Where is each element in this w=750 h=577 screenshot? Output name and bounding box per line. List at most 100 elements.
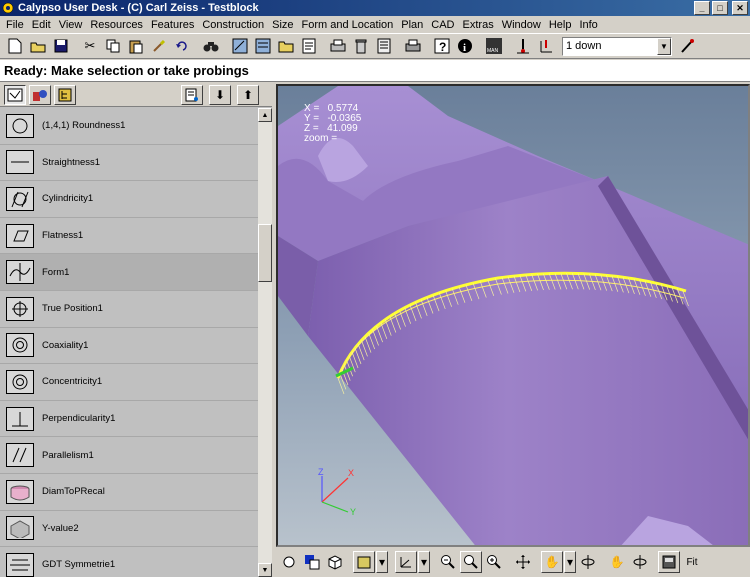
color-icon[interactable] (301, 551, 323, 573)
feature-row[interactable]: Cylindricity1 (0, 181, 258, 218)
menu-plan[interactable]: Plan (401, 19, 423, 31)
roundness-icon (6, 113, 34, 138)
menu-extras[interactable]: Extras (463, 19, 494, 31)
feature-row[interactable]: Form1 (0, 254, 258, 291)
svg-text:MAN: MAN (487, 48, 499, 54)
probe-icon[interactable] (512, 35, 534, 57)
perpendicularity-icon (6, 406, 34, 431)
paste-icon[interactable] (125, 35, 147, 57)
rotate2-icon[interactable] (629, 551, 651, 573)
scroll-thumb[interactable] (258, 224, 272, 282)
triad-y-label: Y (350, 507, 356, 516)
feature-row[interactable]: Parallelism1 (0, 437, 258, 474)
feature-row[interactable]: Concentricity1 (0, 364, 258, 401)
menu-form-and-location[interactable]: Form and Location (302, 19, 394, 31)
wizard2-icon[interactable] (252, 35, 274, 57)
axis-view-icon[interactable] (395, 551, 417, 573)
feature-row[interactable]: Coaxiality1 (0, 328, 258, 365)
info-icon[interactable]: i (454, 35, 476, 57)
tree-view-icon[interactable] (54, 84, 76, 105)
delete-icon[interactable] (350, 35, 372, 57)
zoom-out-icon[interactable] (437, 551, 459, 573)
probe-point (337, 377, 345, 395)
feature-label: True Position1 (42, 303, 103, 315)
menu-file[interactable]: File (6, 19, 24, 31)
list-export-icon[interactable] (181, 85, 203, 105)
wizard-icon[interactable] (229, 35, 251, 57)
hand-dropdown-icon[interactable]: ▾ (564, 551, 576, 573)
shaded-view-icon[interactable] (658, 551, 680, 573)
axis-view-dropdown-icon[interactable]: ▾ (418, 551, 430, 573)
true-position-icon (6, 296, 34, 321)
save-icon[interactable] (50, 35, 72, 57)
y-value-icon (6, 516, 34, 541)
menu-resources[interactable]: Resources (90, 19, 143, 31)
coaxiality-icon (6, 333, 34, 358)
feature-label: GDT Symmetrie1 (42, 559, 116, 571)
manual-icon[interactable]: MAN (483, 35, 505, 57)
feature-row[interactable]: True Position1 (0, 291, 258, 328)
cube-icon[interactable] (324, 551, 346, 573)
feature-row[interactable]: Perpendicularity1 (0, 401, 258, 438)
move-up-icon[interactable]: ⬆ (237, 85, 259, 105)
feature-label: Y-value2 (42, 522, 79, 534)
help-icon[interactable]: ? (431, 35, 453, 57)
undo-icon[interactable] (171, 35, 193, 57)
print-icon[interactable] (327, 35, 349, 57)
circle-select-icon[interactable] (278, 551, 300, 573)
cut-icon[interactable]: ✂ (79, 35, 101, 57)
binoculars-icon[interactable] (200, 35, 222, 57)
report-icon[interactable] (298, 35, 320, 57)
close-button[interactable]: ✕ (732, 1, 748, 15)
hand-icon[interactable]: ✋ (541, 551, 563, 573)
menu-size[interactable]: Size (272, 19, 293, 31)
zoom-in-icon[interactable] (483, 551, 505, 573)
menu-help[interactable]: Help (549, 19, 572, 31)
move-down-icon[interactable]: ⬇ (209, 85, 231, 105)
feature-row[interactable]: (1,4,1) Roundness1 (0, 108, 258, 145)
brush-icon[interactable] (148, 35, 170, 57)
features-view-icon[interactable] (4, 84, 26, 105)
chevron-down-icon[interactable]: ▼ (657, 37, 671, 55)
printer2-icon[interactable] (402, 35, 424, 57)
feature-label: DiamToPRecal (42, 486, 105, 498)
menu-construction[interactable]: Construction (202, 19, 264, 31)
display-mode-icon[interactable] (353, 551, 375, 573)
menu-info[interactable]: Info (579, 19, 597, 31)
menu-window[interactable]: Window (502, 19, 541, 31)
fit-button[interactable]: Fit (681, 551, 703, 573)
feature-row[interactable]: DiamToPRecal (0, 474, 258, 511)
minimize-button[interactable]: _ (694, 1, 710, 15)
feature-row[interactable]: Y-value2 (0, 511, 258, 548)
menu-view[interactable]: View (59, 19, 83, 31)
triad-z-label: Z (318, 467, 324, 477)
zoom-icon[interactable] (460, 551, 482, 573)
list-icon[interactable] (373, 35, 395, 57)
probe-tilt-icon[interactable] (676, 35, 698, 57)
copy-icon[interactable] (102, 35, 124, 57)
feature-panel-toolbar: ⬇ ⬆ (0, 83, 272, 107)
menu-cad[interactable]: CAD (431, 19, 454, 31)
feature-row[interactable]: Straightness1 (0, 145, 258, 182)
title-bar: Calypso User Desk - (C) Carl Zeiss - Tes… (0, 0, 750, 16)
scroll-down-icon[interactable]: ▼ (258, 563, 272, 577)
new-icon[interactable] (4, 35, 26, 57)
menu-features[interactable]: Features (151, 19, 194, 31)
maximize-button[interactable]: □ (712, 1, 728, 15)
rotate-icon[interactable] (577, 551, 599, 573)
cad-viewport[interactable]: X = 0.5774 Y = -0.0365 Z = 41.099 zoom =… (276, 84, 750, 547)
pan-icon[interactable] (512, 551, 534, 573)
scroll-up-icon[interactable]: ▲ (258, 108, 272, 122)
feature-list-scrollbar[interactable]: ▲ ▼ (258, 108, 272, 577)
grab-icon[interactable]: ✋ (606, 551, 628, 573)
folder-icon[interactable] (275, 35, 297, 57)
shapes-view-icon[interactable] (29, 84, 51, 105)
menu-edit[interactable]: Edit (32, 19, 51, 31)
probe-direction-select[interactable]: 1 down ▼ (562, 36, 672, 56)
probe-axis-icon[interactable] (535, 35, 557, 57)
open-icon[interactable] (27, 35, 49, 57)
display-mode-dropdown-icon[interactable]: ▾ (376, 551, 388, 573)
feature-row[interactable]: Flatness1 (0, 218, 258, 255)
feature-label: Coaxiality1 (42, 339, 89, 351)
feature-row[interactable]: GDT Symmetrie1 (0, 547, 258, 577)
